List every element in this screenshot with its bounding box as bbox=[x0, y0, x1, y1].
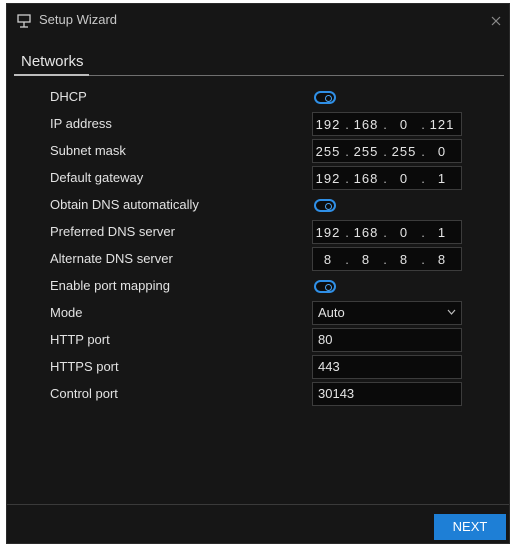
preferred-dns-field[interactable]: 192. 168. 0. 1 bbox=[312, 220, 462, 244]
mode-label: Mode bbox=[50, 305, 83, 320]
gateway-octet-1[interactable]: 192 bbox=[313, 171, 343, 186]
http-port-label: HTTP port bbox=[50, 332, 110, 347]
gateway-octet-2[interactable]: 168 bbox=[351, 171, 381, 186]
https-port-field[interactable]: 443 bbox=[312, 355, 462, 379]
close-icon[interactable] bbox=[491, 16, 501, 26]
http-port-field[interactable]: 80 bbox=[312, 328, 462, 352]
mode-value: Auto bbox=[318, 305, 345, 320]
ip-address-label: IP address bbox=[50, 116, 112, 131]
ip-dot: . bbox=[383, 116, 387, 132]
adns-octet-4[interactable]: 8 bbox=[427, 252, 457, 267]
next-button[interactable]: NEXT bbox=[434, 514, 506, 540]
default-gateway-label: Default gateway bbox=[50, 170, 144, 185]
ip-dot: . bbox=[345, 170, 349, 186]
port-mapping-toggle[interactable] bbox=[314, 280, 336, 293]
ip-octet-4[interactable]: 121 bbox=[427, 117, 457, 132]
toggle-knob bbox=[325, 95, 332, 102]
control-port-field[interactable]: 30143 bbox=[312, 382, 462, 406]
ip-octet-1[interactable]: 192 bbox=[313, 117, 343, 132]
chevron-down-icon bbox=[447, 309, 456, 315]
subnet-octet-3[interactable]: 255 bbox=[389, 144, 419, 159]
gateway-octet-4[interactable]: 1 bbox=[427, 171, 457, 186]
control-port-label: Control port bbox=[50, 386, 118, 401]
ip-dot: . bbox=[345, 251, 349, 267]
ip-dot: . bbox=[345, 224, 349, 240]
dhcp-label: DHCP bbox=[50, 89, 87, 104]
adns-octet-2[interactable]: 8 bbox=[351, 252, 381, 267]
title-bar: Setup Wizard bbox=[7, 4, 509, 36]
gateway-octet-3[interactable]: 0 bbox=[389, 171, 419, 186]
ip-dot: . bbox=[421, 170, 425, 186]
dhcp-toggle[interactable] bbox=[314, 91, 336, 104]
footer-divider bbox=[7, 504, 509, 505]
ip-dot: . bbox=[421, 224, 425, 240]
subnet-mask-field[interactable]: 255. 255. 255. 0 bbox=[312, 139, 462, 163]
preferred-dns-label: Preferred DNS server bbox=[50, 224, 175, 239]
ip-dot: . bbox=[345, 143, 349, 159]
ip-dot: . bbox=[383, 224, 387, 240]
alternate-dns-field[interactable]: 8. 8. 8. 8 bbox=[312, 247, 462, 271]
ip-dot: . bbox=[421, 143, 425, 159]
tab-networks[interactable]: Networks bbox=[21, 53, 84, 70]
pdns-octet-1[interactable]: 192 bbox=[313, 225, 343, 240]
ip-address-field[interactable]: 192. 168. 0. 121 bbox=[312, 112, 462, 136]
tab-active-indicator bbox=[14, 74, 89, 76]
default-gateway-field[interactable]: 192. 168. 0. 1 bbox=[312, 166, 462, 190]
ip-dot: . bbox=[421, 251, 425, 267]
https-port-label: HTTPS port bbox=[50, 359, 119, 374]
subnet-octet-4[interactable]: 0 bbox=[427, 144, 457, 159]
obtain-dns-toggle[interactable] bbox=[314, 199, 336, 212]
setup-wizard-dialog: Setup Wizard Networks DHCP IP address 19… bbox=[6, 3, 510, 544]
subnet-mask-label: Subnet mask bbox=[50, 143, 126, 158]
obtain-dns-label: Obtain DNS automatically bbox=[50, 197, 199, 212]
display-stand-icon bbox=[17, 14, 31, 28]
mode-select[interactable]: Auto bbox=[312, 301, 462, 325]
adns-octet-3[interactable]: 8 bbox=[389, 252, 419, 267]
dialog-title: Setup Wizard bbox=[39, 12, 118, 27]
pdns-octet-2[interactable]: 168 bbox=[351, 225, 381, 240]
pdns-octet-3[interactable]: 0 bbox=[389, 225, 419, 240]
ip-dot: . bbox=[345, 116, 349, 132]
adns-octet-1[interactable]: 8 bbox=[313, 252, 343, 267]
toggle-knob bbox=[325, 284, 332, 291]
ip-octet-2[interactable]: 168 bbox=[351, 117, 381, 132]
ip-octet-3[interactable]: 0 bbox=[389, 117, 419, 132]
ip-dot: . bbox=[383, 251, 387, 267]
ip-dot: . bbox=[383, 170, 387, 186]
ip-dot: . bbox=[421, 116, 425, 132]
toggle-knob bbox=[325, 203, 332, 210]
alternate-dns-label: Alternate DNS server bbox=[50, 251, 173, 266]
port-mapping-label: Enable port mapping bbox=[50, 278, 170, 293]
pdns-octet-4[interactable]: 1 bbox=[427, 225, 457, 240]
subnet-octet-2[interactable]: 255 bbox=[351, 144, 381, 159]
ip-dot: . bbox=[383, 143, 387, 159]
subnet-octet-1[interactable]: 255 bbox=[313, 144, 343, 159]
